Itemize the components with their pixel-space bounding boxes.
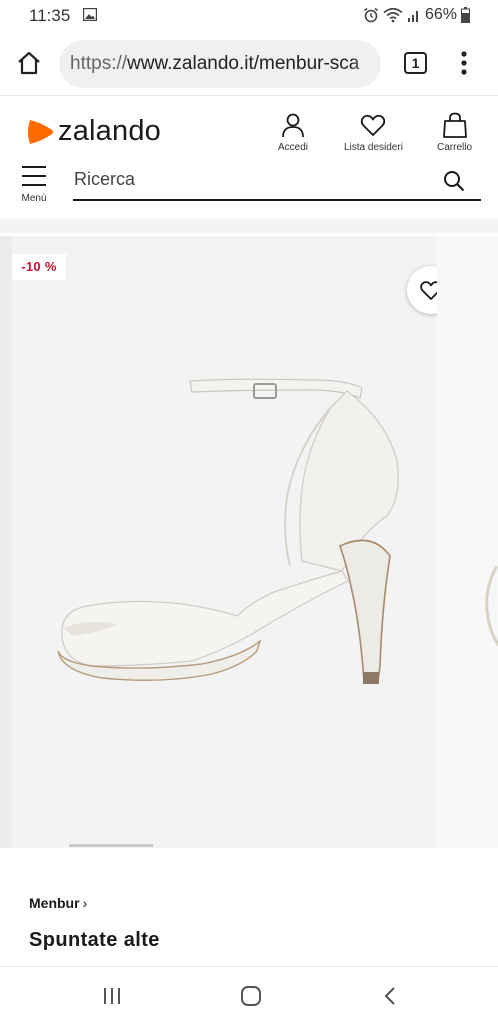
next-shoe-partial <box>485 566 498 646</box>
hamburger-icon <box>22 166 46 186</box>
zalando-logo-icon <box>28 119 53 144</box>
url-text: www.zalando.it/menbur-sca <box>127 53 360 74</box>
heart-icon <box>361 114 386 136</box>
recent-apps-icon[interactable] <box>101 986 123 1006</box>
status-bar: 11:35 66% <box>0 0 498 32</box>
next-image-edge[interactable] <box>437 236 498 848</box>
home-button-icon[interactable] <box>240 985 262 1007</box>
more-vert-icon[interactable] <box>454 49 474 77</box>
status-icons: 66% <box>363 6 470 24</box>
login-label: Accedi <box>278 142 309 153</box>
discount-badge: -10 % <box>12 254 66 280</box>
url-fade <box>351 40 381 88</box>
wishlist-button[interactable]: Lista desideri <box>344 111 403 153</box>
user-icon <box>282 113 304 138</box>
header-separator <box>0 219 498 233</box>
image-icon <box>83 8 97 21</box>
logo-text: zalando <box>58 115 161 147</box>
wifi-icon <box>383 7 403 23</box>
signal-icon <box>407 11 418 22</box>
wishlist-label: Lista desideri <box>344 142 403 153</box>
search-input[interactable]: Ricerca <box>73 163 481 201</box>
product-name: Spuntate alte <box>29 929 160 951</box>
cart-button[interactable]: Carrello <box>437 111 472 153</box>
brand-name: Menbur <box>29 895 80 911</box>
product-image[interactable]: -10 % <box>12 236 455 848</box>
menu-button[interactable]: Menù <box>18 165 50 204</box>
menu-label: Menù <box>21 193 47 204</box>
back-icon[interactable] <box>381 985 399 1007</box>
search-placeholder: Ricerca <box>74 169 136 189</box>
status-time: 11:35 <box>29 6 71 25</box>
brand-link[interactable]: Menbur › <box>29 895 87 911</box>
battery-icon <box>461 7 470 23</box>
gallery-position-indicator <box>69 844 153 847</box>
search-icon[interactable] <box>443 170 465 192</box>
battery-level: 66% <box>424 6 457 23</box>
shopping-bag-icon <box>442 112 467 138</box>
system-nav-bar <box>0 966 498 1024</box>
home-icon[interactable] <box>15 49 43 77</box>
zalando-logo[interactable]: zalando <box>24 115 161 148</box>
login-button[interactable]: Accedi <box>278 111 308 153</box>
previous-image-edge <box>0 236 12 848</box>
chevron-right-icon: › <box>82 895 88 911</box>
site-header: zalando Accedi Lista desideri Carrello M… <box>0 97 498 219</box>
product-gallery[interactable]: -10 % <box>0 236 498 848</box>
alarm-icon <box>363 7 378 23</box>
url-scheme: https:// <box>70 53 128 74</box>
shoe-image <box>57 378 399 684</box>
browser-toolbar: https://www.zalando.it/menbur-sca 1 <box>0 32 498 96</box>
url-bar[interactable]: https://www.zalando.it/menbur-sca <box>59 40 381 88</box>
tab-switcher-button[interactable]: 1 <box>404 52 427 74</box>
cart-label: Carrello <box>437 142 473 153</box>
